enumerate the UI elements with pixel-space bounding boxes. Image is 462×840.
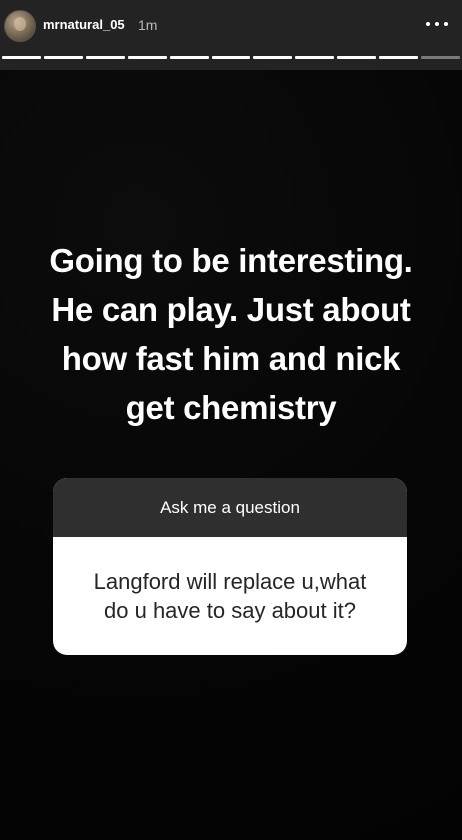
answer-line: Langford will replace u,what	[93, 569, 367, 594]
progress-segment	[169, 56, 209, 59]
caption-line: how fast him and nick	[61, 340, 401, 377]
progress-segment	[421, 56, 460, 59]
progress-segment	[2, 56, 41, 59]
caption-line: Going to be interesting.	[49, 242, 413, 279]
story-caption: Going to be interesting. He can play. Ju…	[0, 236, 462, 432]
question-sticker-answer: Langford will replace u,what do u have t…	[53, 537, 407, 655]
progress-segment	[127, 56, 167, 59]
avatar[interactable]	[4, 10, 36, 42]
question-sticker[interactable]: Ask me a question Langford will replace …	[53, 478, 407, 655]
progress-segment	[379, 56, 419, 59]
progress-segment	[253, 56, 293, 59]
story-progress-bar	[2, 56, 460, 59]
question-sticker-title: Ask me a question	[53, 478, 407, 537]
progress-segment	[85, 56, 125, 59]
progress-segment	[211, 56, 251, 59]
more-horizontal-icon	[426, 22, 430, 26]
story-header: mrnatural_05 1m	[0, 0, 462, 70]
caption-line: get chemistry	[125, 389, 337, 426]
story-background[interactable]	[0, 70, 462, 840]
username[interactable]: mrnatural_05	[43, 17, 125, 32]
story-viewer: mrnatural_05 1m Going to be interesting.…	[0, 0, 462, 840]
progress-segment	[295, 56, 335, 59]
more-options-button[interactable]	[426, 14, 448, 34]
progress-segment	[337, 56, 377, 59]
answer-line: do u have to say about it?	[104, 598, 356, 623]
more-horizontal-icon	[435, 22, 439, 26]
progress-segment	[43, 56, 83, 59]
more-horizontal-icon	[444, 22, 448, 26]
caption-line: He can play. Just about	[51, 291, 411, 328]
post-time: 1m	[138, 17, 158, 33]
